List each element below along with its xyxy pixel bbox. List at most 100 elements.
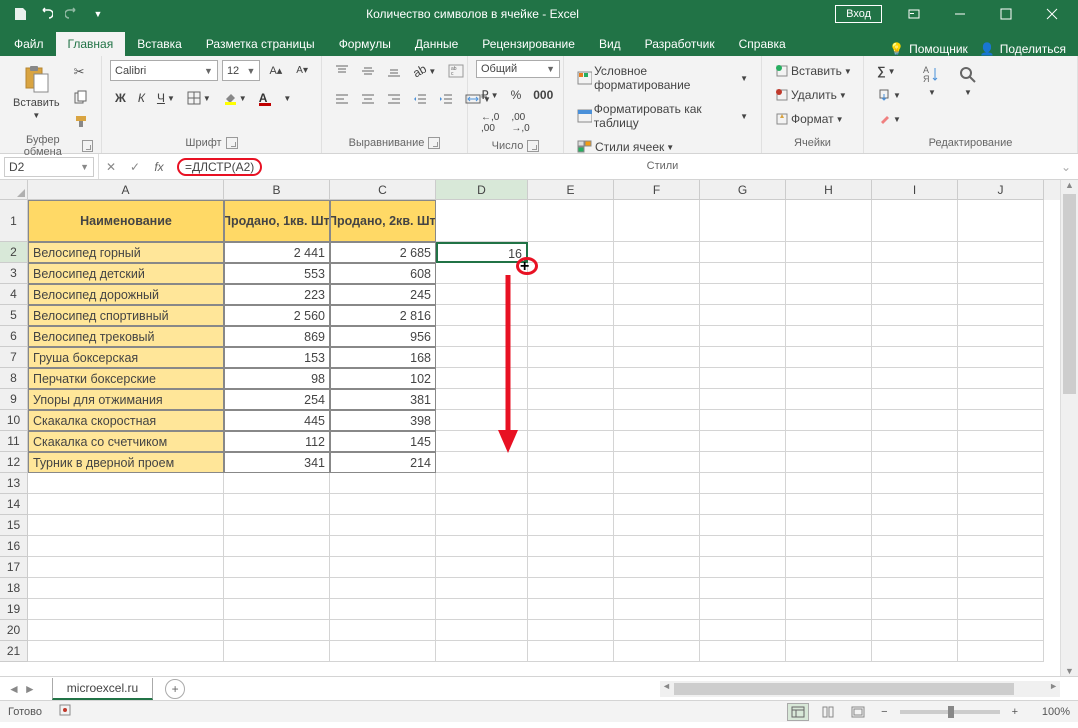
tab-insert[interactable]: Вставка xyxy=(125,32,194,56)
decrease-indent-icon[interactable] xyxy=(408,88,432,110)
column-header[interactable]: H xyxy=(786,180,872,200)
cell[interactable] xyxy=(700,389,786,410)
cell[interactable] xyxy=(224,557,330,578)
minimize-icon[interactable] xyxy=(938,0,982,28)
cell[interactable]: 2 685 xyxy=(330,242,436,263)
cell[interactable] xyxy=(28,599,224,620)
cell[interactable] xyxy=(528,368,614,389)
cell[interactable] xyxy=(28,515,224,536)
clipboard-launcher[interactable] xyxy=(82,140,93,152)
align-center-icon[interactable] xyxy=(356,88,380,110)
clear-icon[interactable]: ▼ xyxy=(872,108,906,130)
cell[interactable] xyxy=(958,389,1044,410)
cell[interactable] xyxy=(528,641,614,662)
cell[interactable]: Скакалка со счетчиком xyxy=(28,431,224,452)
cell[interactable] xyxy=(786,620,872,641)
login-button[interactable]: Вход xyxy=(835,5,882,23)
cell[interactable] xyxy=(330,473,436,494)
cell[interactable] xyxy=(614,347,700,368)
underline-button[interactable]: Ч▼ xyxy=(152,87,180,109)
zoom-out-button[interactable]: − xyxy=(877,706,891,718)
autosum-icon[interactable]: ∑▼ xyxy=(872,60,906,82)
paste-button[interactable]: Вставить ▼ xyxy=(8,60,65,124)
cell[interactable]: 254 xyxy=(224,389,330,410)
cell[interactable]: Продано, 1кв. Шт. xyxy=(224,200,330,242)
cell[interactable] xyxy=(958,431,1044,452)
vertical-scrollbar[interactable]: ▲ ▼ xyxy=(1060,180,1078,676)
cell[interactable] xyxy=(700,473,786,494)
cell[interactable]: 608 xyxy=(330,263,436,284)
cell[interactable]: 245 xyxy=(330,284,436,305)
cell[interactable] xyxy=(330,641,436,662)
cell[interactable] xyxy=(528,620,614,641)
row-header[interactable]: 1 xyxy=(0,200,28,242)
row-header[interactable]: 2 xyxy=(0,242,28,263)
column-header[interactable]: I xyxy=(872,180,958,200)
cell[interactable] xyxy=(700,410,786,431)
cell[interactable] xyxy=(528,347,614,368)
cell[interactable] xyxy=(872,284,958,305)
wrap-text-icon[interactable]: abc xyxy=(443,60,469,82)
cell[interactable] xyxy=(872,536,958,557)
cell[interactable] xyxy=(786,578,872,599)
cell[interactable]: Велосипед дорожный xyxy=(28,284,224,305)
cell[interactable] xyxy=(614,620,700,641)
row-header[interactable]: 17 xyxy=(0,557,28,578)
cell[interactable] xyxy=(436,494,528,515)
increase-indent-icon[interactable] xyxy=(434,88,458,110)
align-bottom-icon[interactable] xyxy=(382,60,406,82)
cell[interactable] xyxy=(786,347,872,368)
cell[interactable] xyxy=(700,347,786,368)
cell[interactable] xyxy=(700,620,786,641)
comma-icon[interactable]: 000 xyxy=(528,84,558,106)
decrease-decimal-icon[interactable]: ,00→,0 xyxy=(506,108,534,138)
cell[interactable] xyxy=(528,473,614,494)
cell[interactable] xyxy=(614,200,700,242)
cell[interactable] xyxy=(700,599,786,620)
bold-button[interactable]: Ж xyxy=(110,87,131,109)
align-left-icon[interactable] xyxy=(330,88,354,110)
redo-icon[interactable] xyxy=(60,2,84,26)
format-cells-button[interactable]: Формат▼ xyxy=(770,108,857,130)
cell[interactable]: Наименование xyxy=(28,200,224,242)
cell[interactable] xyxy=(614,410,700,431)
ribbon-options-icon[interactable] xyxy=(892,0,936,28)
cell[interactable] xyxy=(330,494,436,515)
cell[interactable] xyxy=(436,599,528,620)
cell[interactable] xyxy=(224,578,330,599)
row-header[interactable]: 14 xyxy=(0,494,28,515)
cell[interactable] xyxy=(224,620,330,641)
cell[interactable]: 2 816 xyxy=(330,305,436,326)
cell[interactable]: 398 xyxy=(330,410,436,431)
row-header[interactable]: 3 xyxy=(0,263,28,284)
add-sheet-button[interactable]: + xyxy=(165,679,185,699)
cell[interactable] xyxy=(528,599,614,620)
row-header[interactable]: 4 xyxy=(0,284,28,305)
cell[interactable]: 381 xyxy=(330,389,436,410)
cell[interactable] xyxy=(786,599,872,620)
cell[interactable] xyxy=(528,578,614,599)
cell[interactable] xyxy=(700,452,786,473)
cell[interactable] xyxy=(872,347,958,368)
cell[interactable] xyxy=(28,494,224,515)
zoom-level[interactable]: 100% xyxy=(1030,706,1070,718)
cell[interactable] xyxy=(958,326,1044,347)
cell[interactable] xyxy=(958,263,1044,284)
cell[interactable] xyxy=(614,494,700,515)
cell[interactable] xyxy=(528,305,614,326)
maximize-icon[interactable] xyxy=(984,0,1028,28)
cell[interactable] xyxy=(436,200,528,242)
cell[interactable] xyxy=(958,305,1044,326)
cell[interactable] xyxy=(700,284,786,305)
sheet-nav-next-icon[interactable]: ► xyxy=(24,682,36,696)
cancel-formula-icon[interactable]: ✕ xyxy=(99,160,123,174)
cell[interactable] xyxy=(614,515,700,536)
undo-icon[interactable] xyxy=(34,2,58,26)
cell[interactable] xyxy=(872,620,958,641)
delete-cells-button[interactable]: Удалить▼ xyxy=(770,84,857,106)
cell[interactable] xyxy=(436,557,528,578)
tab-pagelayout[interactable]: Разметка страницы xyxy=(194,32,327,56)
row-header[interactable]: 21 xyxy=(0,641,28,662)
cell[interactable] xyxy=(786,284,872,305)
cell[interactable] xyxy=(330,536,436,557)
